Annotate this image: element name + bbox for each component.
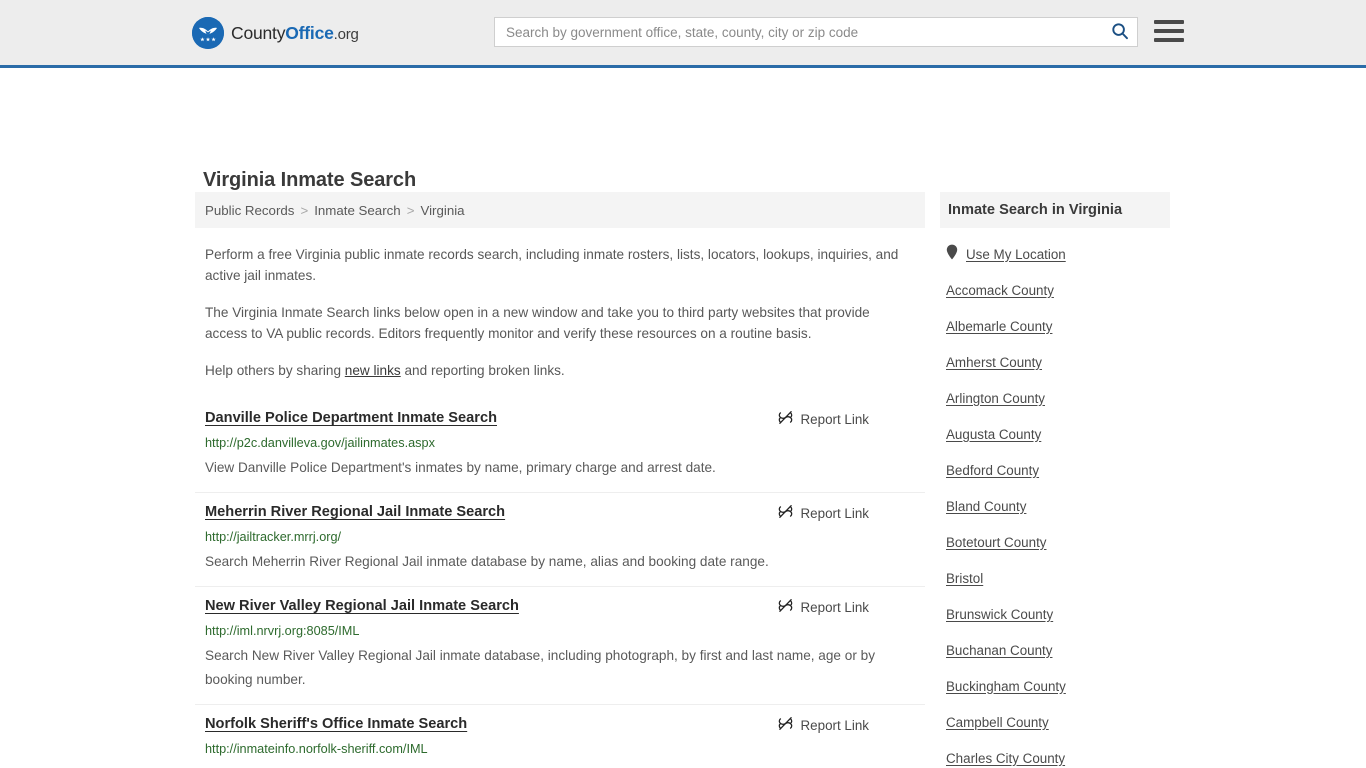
result-url[interactable]: http://p2c.danvilleva.gov/jailinmates.as… xyxy=(205,435,915,451)
intro-paragraph-3: Help others by sharing new links and rep… xyxy=(205,360,915,381)
result-url[interactable]: http://inmateinfo.norfolk-sheriff.com/IM… xyxy=(205,741,915,757)
logo-text-org: .org xyxy=(333,25,359,43)
sidebar-item-buckingham-county[interactable]: Buckingham County xyxy=(946,668,1170,704)
hamburger-bar-2 xyxy=(1154,29,1184,33)
intro-paragraph-1: Perform a free Virginia public inmate re… xyxy=(205,247,899,283)
sidebar-item-label[interactable]: Augusta County xyxy=(946,427,1041,442)
sidebar-item-albemarle-county[interactable]: Albemarle County xyxy=(946,308,1170,344)
breadcrumb-separator: > xyxy=(300,202,309,218)
sidebar-item-label[interactable]: Bedford County xyxy=(946,463,1039,478)
broken-link-icon xyxy=(778,716,793,734)
sidebar-item-amherst-county[interactable]: Amherst County xyxy=(946,344,1170,380)
sidebar-item-botetourt-county[interactable]: Botetourt County xyxy=(946,524,1170,560)
sidebar-item-bedford-county[interactable]: Bedford County xyxy=(946,452,1170,488)
result-title-link[interactable]: New River Valley Regional Jail Inmate Se… xyxy=(205,597,519,616)
sidebar: Inmate Search in Virginia Use My Locatio… xyxy=(940,192,1170,768)
result-header: Danville Police Department Inmate Search xyxy=(205,409,915,428)
map-pin-icon xyxy=(946,244,958,265)
broken-link-icon xyxy=(778,410,793,428)
search-icon xyxy=(1111,22,1129,43)
result-item: Danville Police Department Inmate Search xyxy=(195,399,925,493)
result-description: View Danville Police Department's inmate… xyxy=(205,460,716,475)
new-links-link[interactable]: new links xyxy=(345,363,401,378)
sidebar-item-label[interactable]: Charles City County xyxy=(946,751,1065,766)
site-header: CountyOffice.org xyxy=(0,0,1366,68)
sidebar-item-charles-city-county[interactable]: Charles City County xyxy=(946,740,1170,768)
search-input[interactable] xyxy=(495,18,1103,46)
sidebar-item-brunswick-county[interactable]: Brunswick County xyxy=(946,596,1170,632)
report-link-button[interactable]: Report Link xyxy=(778,715,869,734)
result-description: Search New River Valley Regional Jail in… xyxy=(205,648,875,687)
sidebar-item-accomack-county[interactable]: Accomack County xyxy=(946,272,1170,308)
sidebar-item-label[interactable]: Buckingham County xyxy=(946,679,1066,694)
report-link-label: Report Link xyxy=(800,411,869,427)
result-description: Search Norfolk Sheriff's Office inmate d… xyxy=(205,762,905,768)
sidebar-item-buchanan-county[interactable]: Buchanan County xyxy=(946,632,1170,668)
sidebar-item-label[interactable]: Buchanan County xyxy=(946,643,1052,658)
sidebar-item-label[interactable]: Bland County xyxy=(946,499,1026,514)
sidebar-item-campbell-county[interactable]: Campbell County xyxy=(946,704,1170,740)
sidebar-title: Inmate Search in Virginia xyxy=(940,192,1170,228)
search-button[interactable] xyxy=(1103,18,1137,46)
result-item: Norfolk Sheriff's Office Inmate Search R… xyxy=(195,705,925,768)
report-link-label: Report Link xyxy=(800,717,869,733)
logo-wordmark: CountyOffice.org xyxy=(231,23,359,44)
intro-p3-after: and reporting broken links. xyxy=(400,363,565,378)
report-link-button[interactable]: Report Link xyxy=(778,597,869,616)
logo-text-county: County xyxy=(231,22,286,43)
result-item: Meherrin River Regional Jail Inmate Sear… xyxy=(195,493,925,587)
result-title-link[interactable]: Danville Police Department Inmate Search xyxy=(205,409,497,428)
hamburger-menu-icon[interactable] xyxy=(1154,18,1184,44)
broken-link-icon xyxy=(778,504,793,522)
sidebar-item-label[interactable]: Brunswick County xyxy=(946,607,1053,622)
sidebar-item-label[interactable]: Use My Location xyxy=(966,247,1066,262)
intro-section: Perform a free Virginia public inmate re… xyxy=(195,244,925,381)
result-header: Norfolk Sheriff's Office Inmate Search R… xyxy=(205,715,915,734)
results-list: Danville Police Department Inmate Search xyxy=(195,399,925,768)
page-title: Virginia Inmate Search xyxy=(203,169,417,192)
report-link-label: Report Link xyxy=(800,599,869,615)
report-link-button[interactable]: Report Link xyxy=(778,409,869,428)
result-title-link[interactable]: Meherrin River Regional Jail Inmate Sear… xyxy=(205,503,505,522)
sidebar-item-use-my-location[interactable]: Use My Location xyxy=(946,236,1170,272)
result-item: New River Valley Regional Jail Inmate Se… xyxy=(195,587,925,705)
intro-p3-before: Help others by sharing xyxy=(205,363,345,378)
result-title-link[interactable]: Norfolk Sheriff's Office Inmate Search xyxy=(205,715,467,734)
sidebar-item-label[interactable]: Amherst County xyxy=(946,355,1042,370)
hamburger-bar-3 xyxy=(1154,38,1184,42)
broken-link-icon xyxy=(778,598,793,616)
sidebar-item-bristol[interactable]: Bristol xyxy=(946,560,1170,596)
eagle-stars-logo-icon xyxy=(192,17,224,49)
sidebar-item-augusta-county[interactable]: Augusta County xyxy=(946,416,1170,452)
breadcrumb-item-virginia[interactable]: Virginia xyxy=(420,203,464,218)
main-content: Public Records > Inmate Search > Virgini… xyxy=(195,192,925,768)
sidebar-item-label[interactable]: Campbell County xyxy=(946,715,1049,730)
report-link-label: Report Link xyxy=(800,505,869,521)
sidebar-item-label[interactable]: Botetourt County xyxy=(946,535,1047,550)
report-link-button[interactable]: Report Link xyxy=(778,503,869,522)
sidebar-item-arlington-county[interactable]: Arlington County xyxy=(946,380,1170,416)
logo-text-office: Office xyxy=(285,22,334,43)
site-logo[interactable]: CountyOffice.org xyxy=(192,17,359,49)
result-header: New River Valley Regional Jail Inmate Se… xyxy=(205,597,915,616)
breadcrumb-item-inmate-search[interactable]: Inmate Search xyxy=(314,203,400,218)
hamburger-bar-1 xyxy=(1154,20,1184,24)
sidebar-item-label[interactable]: Arlington County xyxy=(946,391,1045,406)
result-url[interactable]: http://jailtracker.mrrj.org/ xyxy=(205,529,915,545)
sidebar-link-list: Use My Location Accomack County Albemarl… xyxy=(940,228,1170,768)
sidebar-item-bland-county[interactable]: Bland County xyxy=(946,488,1170,524)
result-description: Search Meherrin River Regional Jail inma… xyxy=(205,554,769,569)
breadcrumb-separator: > xyxy=(406,202,415,218)
breadcrumb-item-public-records[interactable]: Public Records xyxy=(205,203,294,218)
search-box[interactable] xyxy=(494,17,1138,47)
breadcrumb: Public Records > Inmate Search > Virgini… xyxy=(195,192,925,228)
result-url[interactable]: http://iml.nrvrj.org:8085/IML xyxy=(205,623,915,639)
intro-paragraph-2: The Virginia Inmate Search links below o… xyxy=(205,305,870,341)
sidebar-item-label[interactable]: Albemarle County xyxy=(946,319,1052,334)
result-header: Meherrin River Regional Jail Inmate Sear… xyxy=(205,503,915,522)
sidebar-item-label[interactable]: Accomack County xyxy=(946,283,1054,298)
sidebar-item-label[interactable]: Bristol xyxy=(946,571,983,586)
